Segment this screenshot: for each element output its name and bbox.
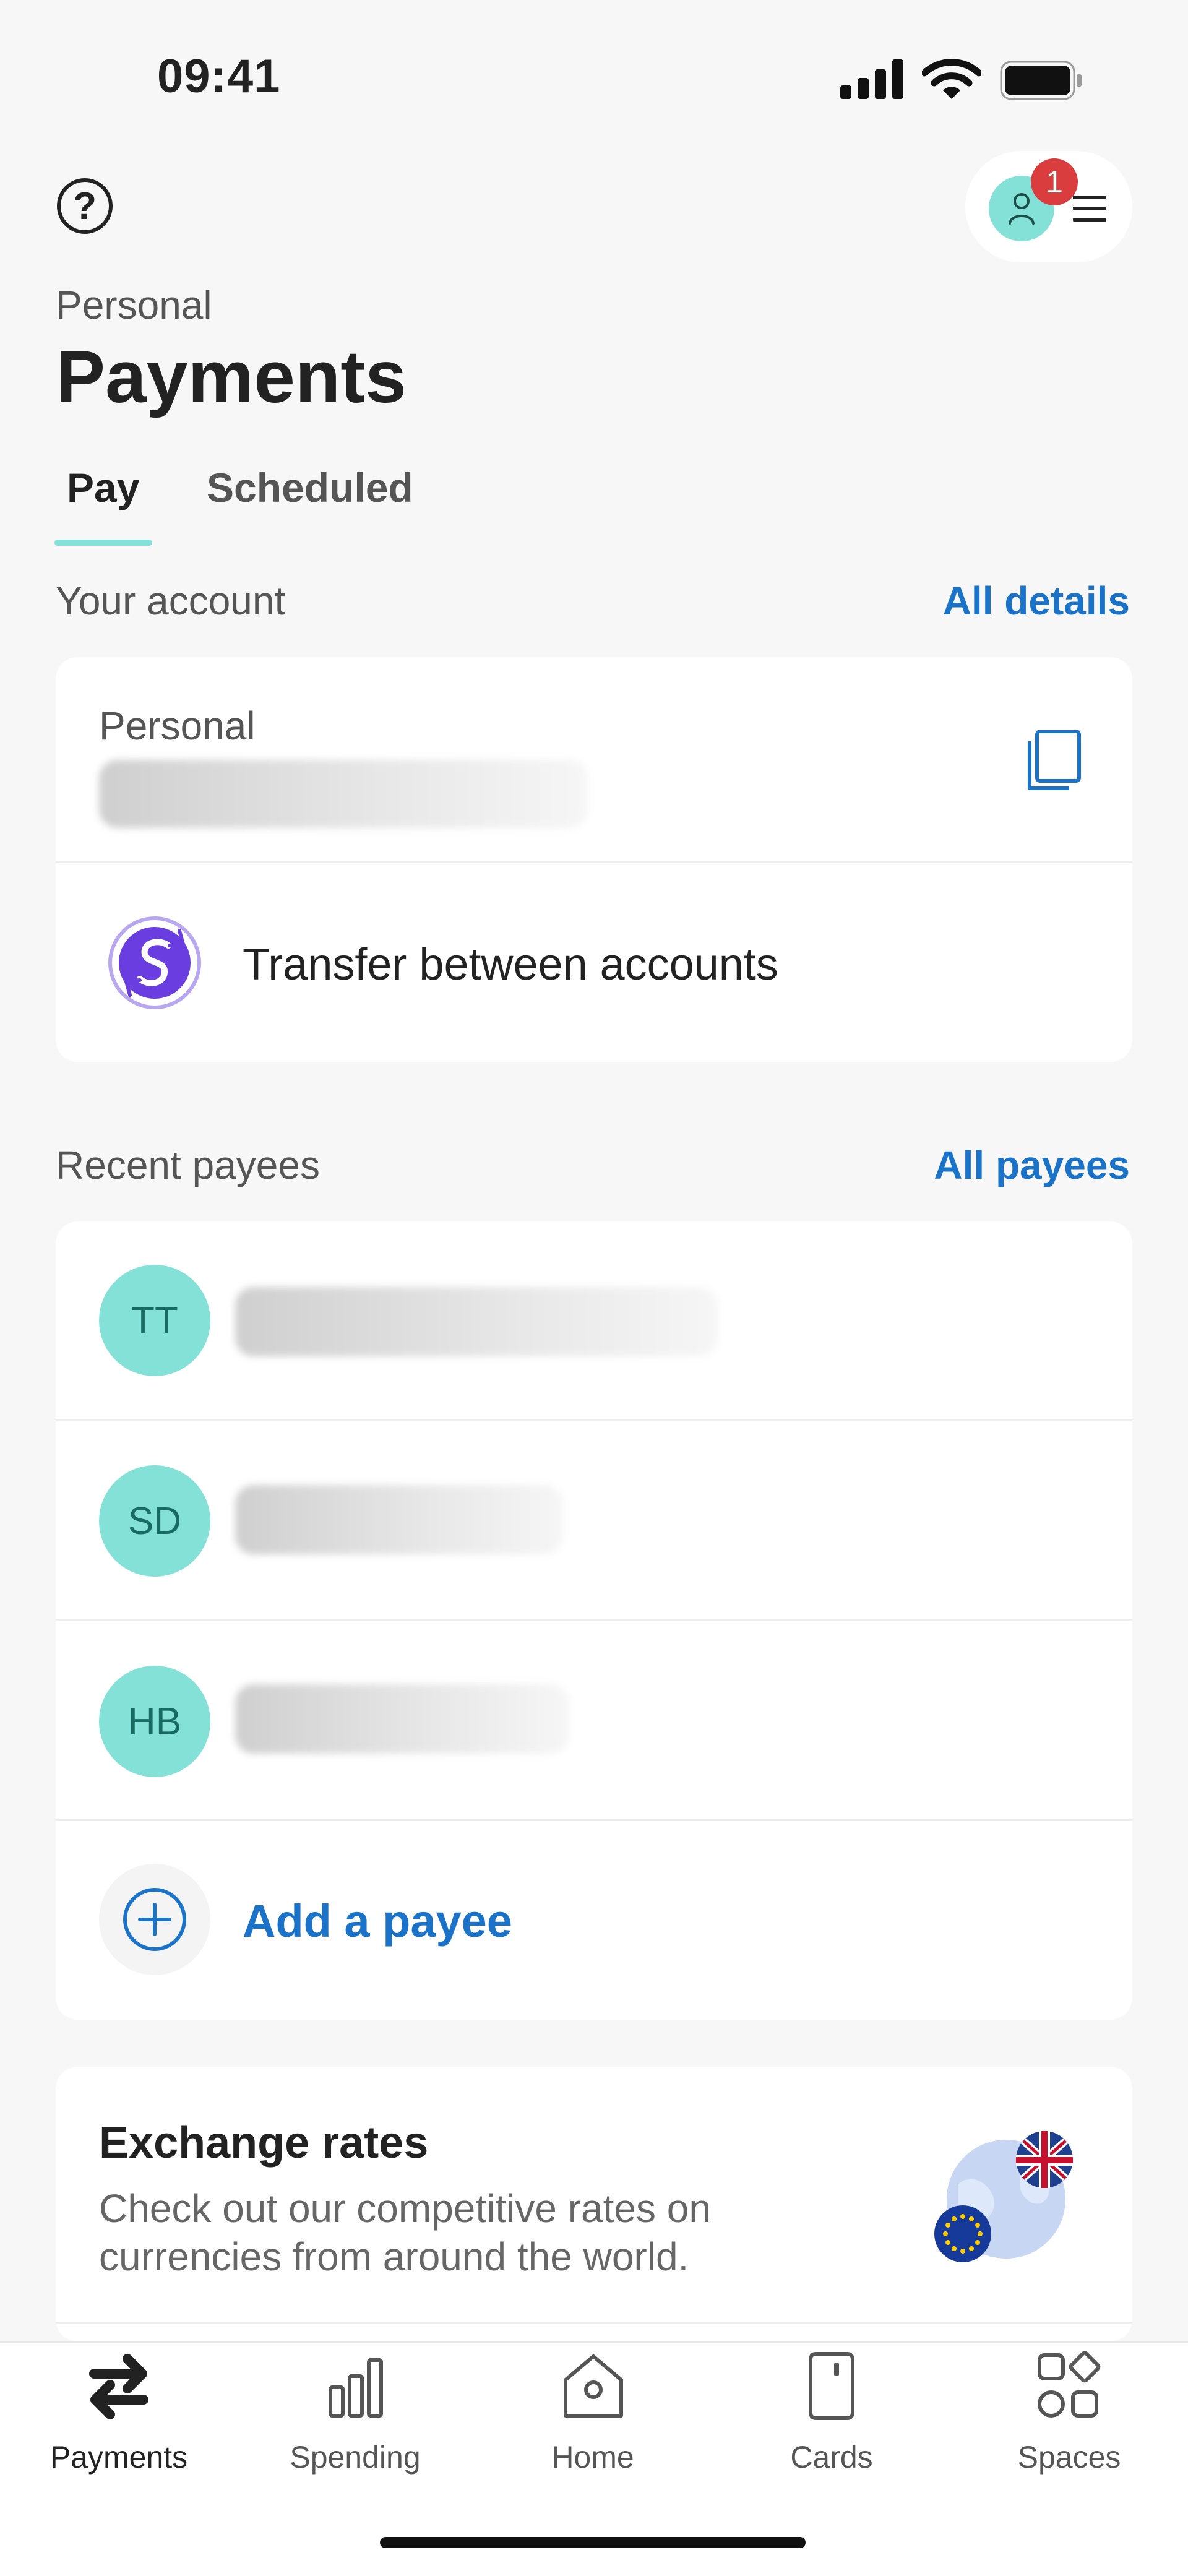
bar-chart-icon (329, 2358, 383, 2418)
spaces-grid-icon (1038, 2351, 1101, 2418)
wifi-icon (922, 59, 981, 99)
all-payees-link[interactable]: All payees (934, 1142, 1130, 1188)
notification-badge: 1 (1031, 158, 1078, 205)
person-icon (1009, 193, 1035, 225)
home-indicator[interactable] (380, 2537, 806, 2548)
cellular-signal-icon (840, 59, 903, 99)
status-time: 09:41 (157, 50, 281, 103)
page-subtitle: Personal (56, 283, 212, 327)
nav-home-label: Home (551, 2440, 634, 2475)
payee-avatar: TT (99, 1265, 210, 1376)
card-divider (56, 2322, 1132, 2324)
transfer-label: Transfer between accounts (243, 940, 778, 989)
payments-arrows-icon (89, 2354, 148, 2419)
tab-scheduled[interactable]: Scheduled (207, 464, 413, 511)
nav-cards-label: Cards (790, 2440, 873, 2475)
page-title: Payments (56, 335, 407, 418)
all-details-link[interactable]: All details (943, 578, 1130, 624)
payee-row[interactable] (56, 1621, 1132, 1819)
battery-icon (1000, 61, 1082, 100)
payee-name-redacted (235, 1287, 718, 1356)
nav-spaces-label: Spaces (1017, 2440, 1121, 2475)
payee-avatar: HB (99, 1666, 210, 1777)
account-number-redacted (99, 760, 588, 828)
globe-currency-icon (934, 2131, 1073, 2262)
active-tab-indicator (54, 540, 152, 546)
help-button[interactable]: ? (57, 178, 113, 234)
payee-name-redacted (235, 1485, 563, 1554)
transfer-cycle-icon (108, 916, 201, 1009)
exchange-rates-description: Check out our competitive rates on curre… (99, 2186, 711, 2279)
plus-circle-icon (123, 1888, 186, 1951)
account-name: Personal (99, 704, 256, 748)
payee-avatar: SD (99, 1465, 210, 1577)
recent-payees-label: Recent payees (56, 1143, 320, 1187)
add-payee-label: Add a payee (243, 1895, 512, 1947)
exchange-rates-title: Exchange rates (99, 2118, 429, 2168)
payee-name-redacted (235, 1684, 569, 1754)
question-mark-icon: ? (73, 184, 97, 228)
card-icon (809, 2352, 854, 2420)
payee-row[interactable] (56, 1421, 1132, 1619)
tab-pay[interactable]: Pay (67, 464, 139, 511)
home-icon (564, 2354, 623, 2418)
add-payee-row[interactable] (56, 1821, 1132, 2019)
your-account-label: Your account (56, 579, 286, 623)
copy-icon[interactable] (1026, 730, 1082, 792)
nav-payments-label: Payments (50, 2440, 188, 2475)
nav-spending-label: Spending (290, 2440, 421, 2475)
hamburger-menu-icon[interactable] (1073, 196, 1106, 223)
